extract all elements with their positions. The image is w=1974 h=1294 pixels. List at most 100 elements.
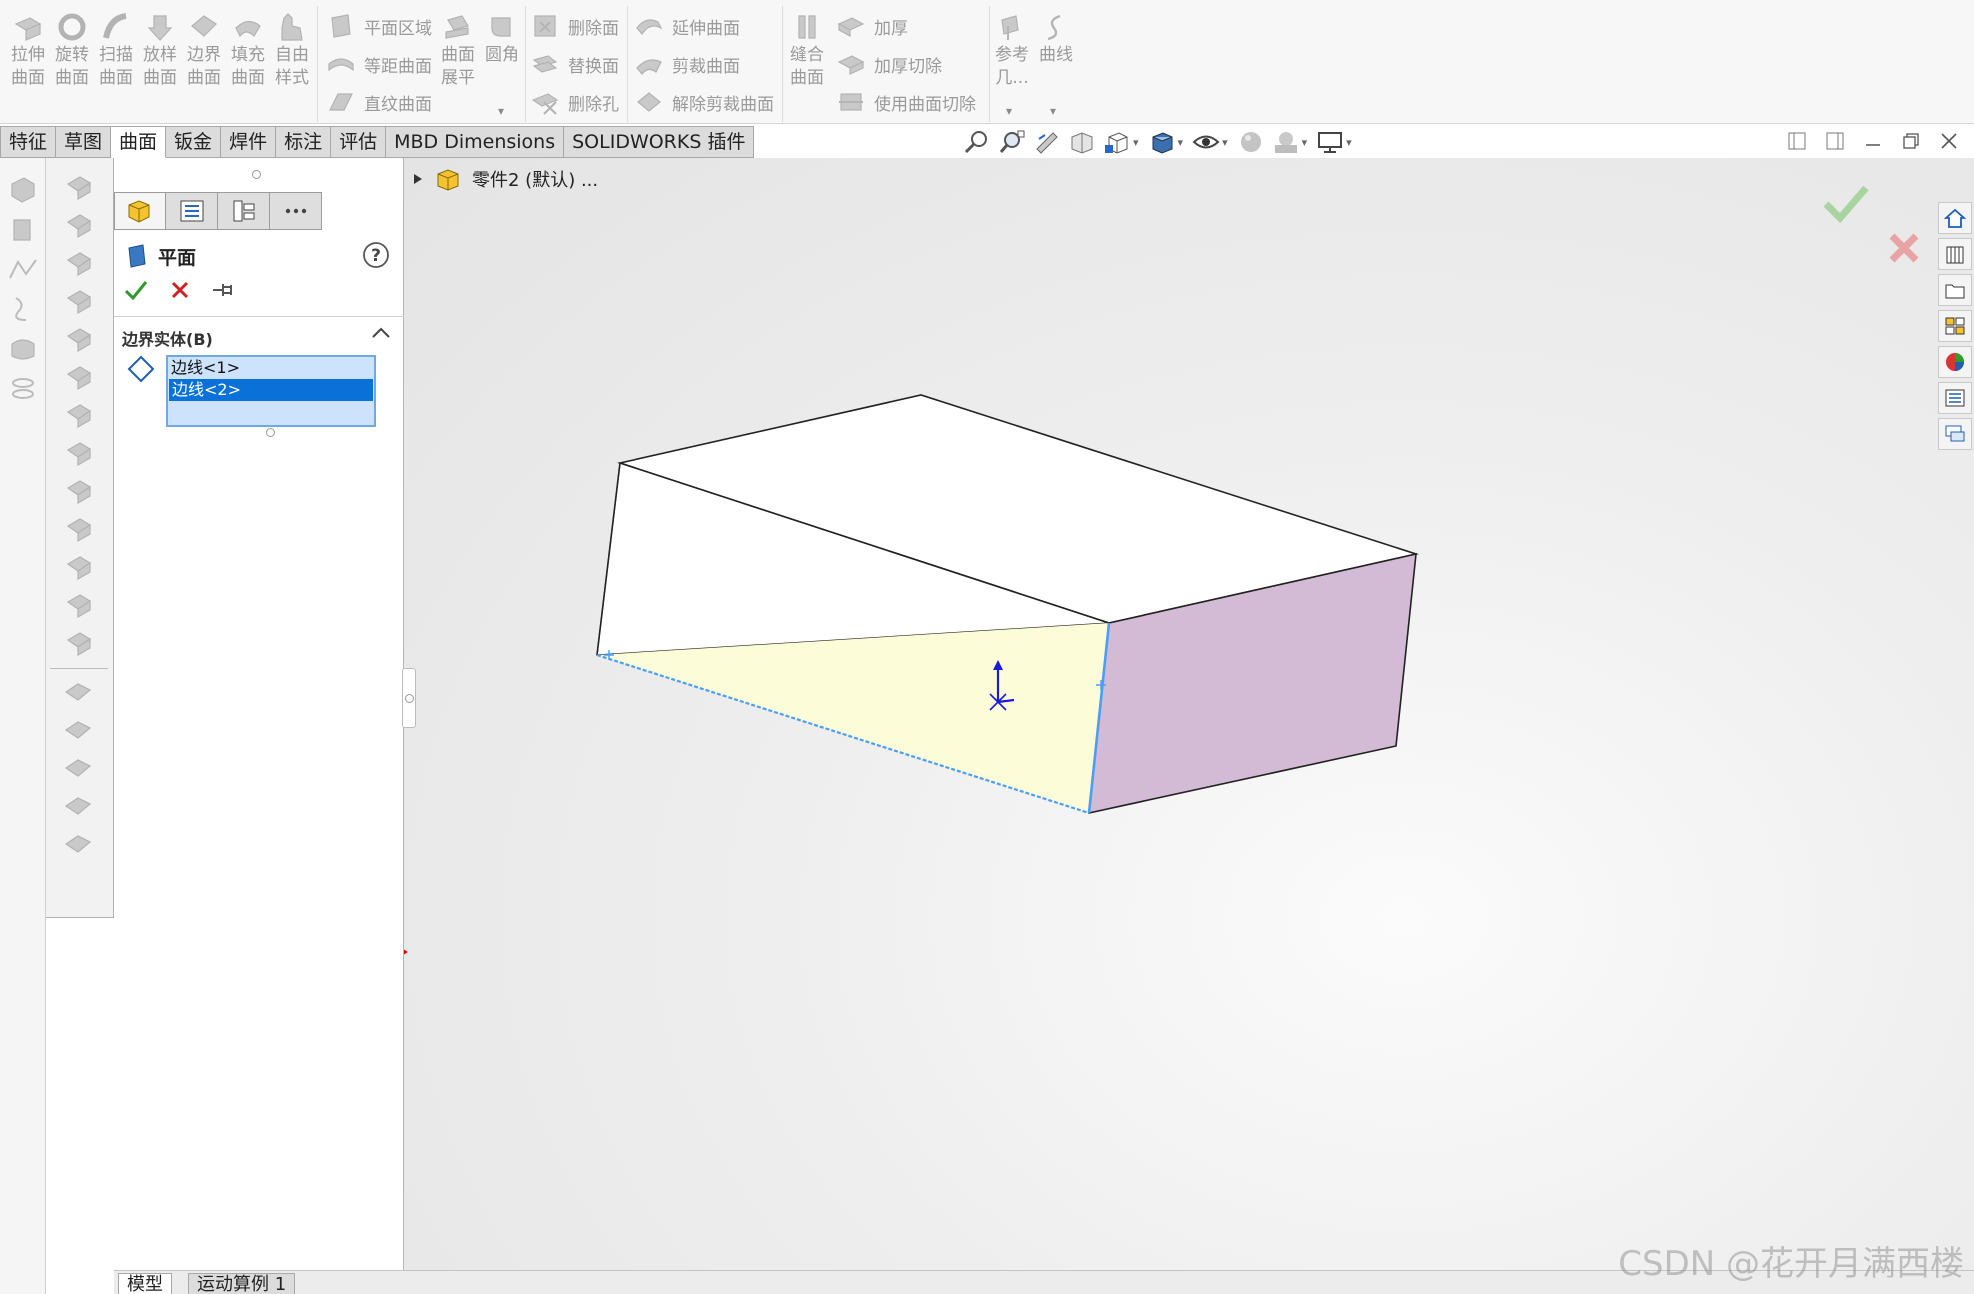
cancel-button[interactable] <box>166 276 194 304</box>
ruled-surface-icon[interactable] <box>62 514 96 544</box>
ok-button[interactable] <box>122 276 150 304</box>
display-style-caret[interactable]: ▾ <box>1178 136 1184 149</box>
knit-surface-icon[interactable] <box>62 628 96 658</box>
curves-icon[interactable] <box>62 830 96 860</box>
revolve-surface-button[interactable]: 旋转 曲面 <box>50 6 94 90</box>
view-orientation-button[interactable] <box>1102 128 1132 156</box>
tab-3[interactable]: 钣金 <box>166 126 222 158</box>
view-settings-caret[interactable]: ▾ <box>1346 136 1352 149</box>
planar-surface-icon[interactable] <box>62 400 96 430</box>
feature-manager-shortcut-icon[interactable] <box>6 174 40 204</box>
fillet-button[interactable]: 圆角 <box>480 6 524 67</box>
view-orientation-caret[interactable]: ▾ <box>1133 136 1139 149</box>
keep-visible-pin-button[interactable] <box>210 276 238 304</box>
previous-view-button[interactable] <box>1032 128 1062 156</box>
design-library-tab[interactable] <box>1938 238 1972 270</box>
close-button[interactable] <box>1936 128 1962 154</box>
extend-surface-button[interactable]: 延伸曲面 <box>634 8 740 44</box>
configuration-manager-tab[interactable] <box>218 192 270 230</box>
loft-surface-icon[interactable] <box>62 286 96 316</box>
zoom-to-area-button[interactable] <box>997 128 1027 156</box>
surface-cut-button[interactable]: 使用曲面切除 <box>836 84 976 120</box>
boundary-surface-button[interactable]: 边界 曲面 <box>182 6 226 90</box>
boundary-surface-icon[interactable] <box>62 324 96 354</box>
display-style-button[interactable] <box>1147 128 1177 156</box>
delete-face-button[interactable]: 删除面 <box>530 8 619 44</box>
loft-surface-button[interactable]: 放样 曲面 <box>138 6 182 90</box>
fill-surface-button[interactable]: 填充 曲面 <box>226 6 270 90</box>
offset-surface-icon[interactable] <box>62 476 96 506</box>
curves-dropdown-caret[interactable]: ▾ <box>1050 104 1056 118</box>
tab-1[interactable]: 草图 <box>56 126 112 158</box>
restore-button[interactable] <box>1898 128 1924 154</box>
file-explorer-tab[interactable] <box>1938 274 1972 306</box>
planar-surface-face[interactable] <box>597 623 1109 813</box>
tab-4[interactable]: 焊件 <box>221 126 277 158</box>
sweep-surface-button[interactable]: 扫描 曲面 <box>94 6 138 90</box>
knit-surface-button[interactable]: 缝合 曲面 <box>785 6 829 90</box>
solidworks-resources-tab[interactable] <box>1938 202 1972 234</box>
tab-5[interactable]: 标注 <box>276 126 332 158</box>
freeform-icon[interactable] <box>62 438 96 468</box>
replace-face-icon[interactable] <box>62 590 96 620</box>
delete-face-icon[interactable] <box>62 552 96 582</box>
ref-geom-dropdown-caret[interactable]: ▾ <box>1006 104 1012 118</box>
panel-resize-grip[interactable] <box>252 170 261 179</box>
offset-surface-button[interactable]: 等距曲面 <box>326 46 432 82</box>
untrim-surface-button[interactable]: 解除剪裁曲面 <box>634 84 774 120</box>
listbox-resize-grip[interactable] <box>266 428 275 437</box>
panel-collapse-handle[interactable] <box>402 668 416 728</box>
more-tabs-button[interactable] <box>270 192 322 230</box>
extrude-surface-button[interactable]: 拉伸 曲面 <box>6 6 50 90</box>
helix-shortcut-icon[interactable] <box>6 374 40 404</box>
thicken-button[interactable]: 加厚 <box>836 8 908 44</box>
graphics-area[interactable]: 零件2 (默认) ... <box>404 158 1974 1270</box>
trim-surface-button[interactable]: 剪裁曲面 <box>634 46 740 82</box>
tile-right-button[interactable] <box>1822 128 1848 154</box>
tab-8[interactable]: SOLIDWORKS 插件 <box>564 126 755 158</box>
boundary-entities-section-title[interactable]: 边界实体(B) <box>122 326 213 350</box>
surface-flatten-button[interactable]: 曲面 展平 <box>436 6 480 90</box>
tile-left-button[interactable] <box>1784 128 1810 154</box>
property-manager-tab[interactable] <box>166 192 218 230</box>
surface-shortcut-icon[interactable] <box>6 334 40 364</box>
cancel-x-corner-icon[interactable] <box>1889 233 1919 263</box>
delete-hole-button[interactable]: 删除孔 <box>530 84 619 120</box>
help-button-icon[interactable]: ? <box>361 240 391 270</box>
replace-face-button[interactable]: 替换面 <box>530 46 619 82</box>
reference-geometry-icon[interactable] <box>62 792 96 822</box>
curves-button[interactable]: 曲线 <box>1034 6 1078 67</box>
custom-properties-tab[interactable] <box>1938 382 1972 414</box>
tab-motion-study-1[interactable]: 运动算例 1 <box>188 1273 296 1294</box>
thicken-cut-button[interactable]: 加厚切除 <box>836 46 942 82</box>
expand-arrow-icon[interactable] <box>412 172 424 186</box>
tab-model[interactable]: 模型 <box>118 1273 172 1294</box>
apply-scene-button[interactable] <box>1271 128 1301 156</box>
planar-surface-button[interactable]: 平面区域 <box>326 8 432 44</box>
thicken-cut-icon[interactable] <box>62 716 96 746</box>
section-view-button[interactable] <box>1067 128 1097 156</box>
hide-show-items-button[interactable] <box>1191 128 1221 156</box>
spline-shortcut-icon[interactable] <box>6 294 40 324</box>
view-settings-button[interactable] <box>1315 128 1345 156</box>
scene-caret[interactable]: ▾ <box>1302 136 1308 149</box>
hide-show-caret[interactable]: ▾ <box>1222 136 1228 149</box>
fillet-dropdown-caret[interactable]: ▾ <box>498 104 504 118</box>
zoom-to-fit-button[interactable] <box>962 128 992 156</box>
collapse-chevron-icon[interactable] <box>370 324 392 342</box>
boundary-entities-listbox[interactable]: 边线<1> 边线<2> <box>166 355 376 427</box>
extrude-surface-icon[interactable] <box>62 172 96 202</box>
confirm-checkmark-icon[interactable] <box>1823 185 1869 224</box>
tab-7[interactable]: MBD Dimensions <box>386 126 565 158</box>
sweep-surface-icon[interactable] <box>62 248 96 278</box>
edit-appearance-button[interactable] <box>1236 128 1266 156</box>
feature-tree-flyout[interactable]: 零件2 (默认) ... <box>412 166 598 192</box>
ruled-surface-button[interactable]: 直纹曲面 <box>326 84 432 120</box>
surface-cut-icon[interactable] <box>62 754 96 784</box>
sketch-shortcut-icon[interactable] <box>6 214 40 244</box>
thicken-icon[interactable] <box>62 678 96 708</box>
appearances-tab[interactable] <box>1938 346 1972 378</box>
list-item-edge-1[interactable]: 边线<1> <box>168 357 374 379</box>
line-shortcut-icon[interactable] <box>6 254 40 284</box>
view-palette-tab[interactable] <box>1938 310 1972 342</box>
